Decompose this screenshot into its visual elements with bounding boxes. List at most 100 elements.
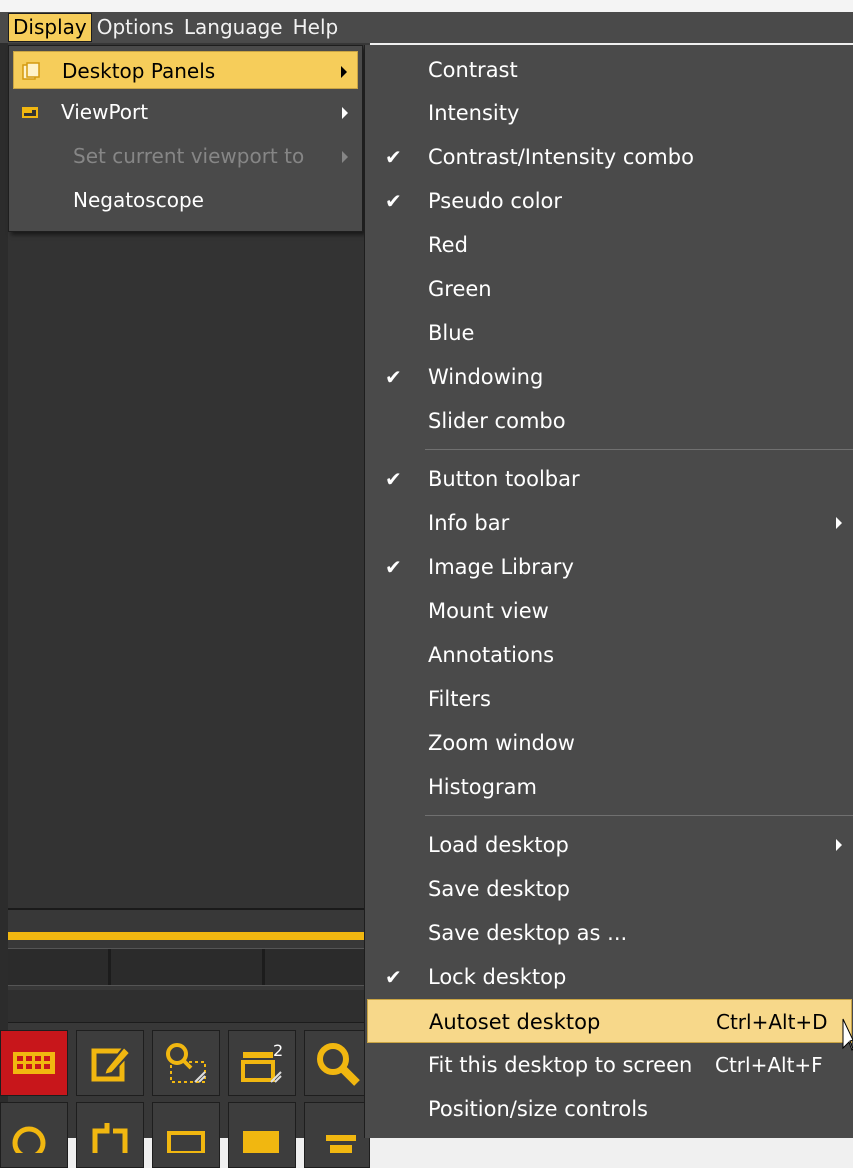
- menu-item-label: Blue: [428, 321, 475, 345]
- panel-icon: [243, 1131, 279, 1153]
- viewport-panel[interactable]: [8, 230, 370, 910]
- menu-item-label: Windowing: [428, 365, 544, 389]
- menu-item-label: Button toolbar: [428, 467, 580, 491]
- menu-item-label: Autoset desktop: [429, 1010, 601, 1034]
- menu-item-lock-desktop[interactable]: ✔ Lock desktop: [367, 955, 852, 999]
- checkmark-icon: ✔: [385, 189, 402, 213]
- edit-button[interactable]: [76, 1030, 144, 1096]
- menu-item-label: Set current viewport to: [73, 144, 305, 168]
- menu-item-windowing[interactable]: ✔ Windowing: [367, 355, 852, 399]
- edit-icon: [91, 1045, 132, 1082]
- menu-item-label: Save desktop as ...: [428, 921, 628, 945]
- display-menu: Desktop Panels ViewPort Set current view…: [8, 45, 363, 232]
- submenu-arrow-icon: [341, 66, 347, 78]
- menu-help[interactable]: Help: [288, 13, 344, 42]
- split-view-button[interactable]: 2: [228, 1030, 296, 1096]
- menu-item-label: Contrast: [428, 58, 518, 82]
- menu-item-shortcut: Ctrl+Alt+D: [716, 1010, 828, 1034]
- menu-item-histogram[interactable]: Histogram: [367, 765, 852, 809]
- circle-icon: [12, 1126, 46, 1153]
- frame-icon: [167, 1131, 205, 1153]
- checkmark-icon: ✔: [385, 145, 402, 169]
- menu-item-save-desktop[interactable]: Save desktop: [367, 867, 852, 911]
- menu-item-label: Intensity: [428, 101, 520, 125]
- menu-item-position-size-controls[interactable]: Position/size controls: [367, 1087, 852, 1131]
- menu-item-contrast-intensity-combo[interactable]: ✔ Contrast/Intensity combo: [367, 135, 852, 179]
- split-view-icon: 2: [241, 1041, 283, 1083]
- svg-text:2: 2: [273, 1041, 283, 1060]
- window-top-edge: [0, 0, 853, 12]
- crop-icon: [92, 1123, 128, 1153]
- toolbar-button-row2-4[interactable]: [228, 1102, 296, 1168]
- menu-item-filters[interactable]: Filters: [367, 677, 852, 721]
- menu-item-label: Contrast/Intensity combo: [428, 145, 694, 169]
- menu-item-mount-view[interactable]: Mount view: [367, 589, 852, 633]
- menu-item-image-library[interactable]: ✔ Image Library: [367, 545, 852, 589]
- status-bar: [8, 948, 370, 986]
- menu-options[interactable]: Options: [92, 13, 179, 42]
- menu-item-label: Fit this desktop to screen: [428, 1053, 693, 1077]
- menu-language[interactable]: Language: [179, 13, 288, 42]
- status-separator: [262, 949, 265, 985]
- menu-item-pseudo-color[interactable]: ✔ Pseudo color: [367, 179, 852, 223]
- toolbar-button-row2-5[interactable]: [304, 1102, 370, 1168]
- checkmark-icon: ✔: [385, 365, 402, 389]
- menu-item-label: ViewPort: [61, 100, 149, 124]
- menu-item-label: Save desktop: [428, 877, 570, 901]
- menu-item-autoset-desktop[interactable]: Autoset desktop Ctrl+Alt+D: [367, 999, 852, 1043]
- submenu-arrow-icon: [836, 839, 842, 851]
- submenu-arrow-icon: [342, 151, 348, 163]
- menu-separator: [425, 449, 853, 450]
- menu-item-label: Mount view: [428, 599, 549, 623]
- menu-item-label: Pseudo color: [428, 189, 563, 213]
- menu-item-save-desktop-as[interactable]: Save desktop as ...: [367, 911, 852, 955]
- workspace-left-border: [0, 43, 8, 1138]
- secondary-bar: [8, 990, 370, 1023]
- menu-item-desktop-panels[interactable]: Desktop Panels: [13, 51, 358, 89]
- zoom-button[interactable]: [304, 1030, 370, 1096]
- desktop-panels-icon: [22, 62, 40, 80]
- menu-item-label: Load desktop: [428, 833, 569, 857]
- menu-item-negatoscope[interactable]: Negatoscope: [13, 181, 358, 219]
- layout-grid-button[interactable]: [0, 1030, 68, 1096]
- menu-item-label: Negatoscope: [73, 188, 204, 212]
- toolbar-button-row2-2[interactable]: [76, 1102, 144, 1168]
- toolbar-button-row2-1[interactable]: [0, 1102, 68, 1168]
- zoom-region-icon: [166, 1043, 206, 1083]
- zoom-region-button[interactable]: [152, 1030, 220, 1096]
- checkmark-icon: ✔: [385, 467, 402, 491]
- menu-item-load-desktop[interactable]: Load desktop: [367, 823, 852, 867]
- menu-item-label: Red: [428, 233, 468, 257]
- checkmark-icon: ✔: [385, 965, 402, 989]
- menu-item-slider-combo[interactable]: Slider combo: [367, 399, 852, 443]
- menu-item-fit-desktop-to-screen[interactable]: Fit this desktop to screen Ctrl+Alt+F: [367, 1043, 852, 1087]
- layout-grid-icon: [13, 1052, 55, 1074]
- menu-item-blue[interactable]: Blue: [367, 311, 852, 355]
- menu-item-label: Position/size controls: [428, 1097, 648, 1121]
- menu-item-green[interactable]: Green: [367, 267, 852, 311]
- menu-item-label: Annotations: [428, 643, 555, 667]
- menu-item-shortcut: Ctrl+Alt+F: [715, 1053, 823, 1077]
- submenu-arrow-icon: [342, 107, 348, 119]
- menu-item-set-current-viewport: Set current viewport to: [13, 137, 358, 175]
- menubar: Display Options Language Help: [0, 12, 853, 43]
- menu-display[interactable]: Display: [8, 13, 92, 42]
- viewport-icon: [22, 107, 38, 118]
- menu-item-button-toolbar[interactable]: ✔ Button toolbar: [367, 457, 852, 501]
- menu-item-zoom-window[interactable]: Zoom window: [367, 721, 852, 765]
- submenu-arrow-icon: [836, 517, 842, 529]
- menu-item-contrast[interactable]: Contrast: [367, 48, 852, 92]
- menu-item-label: Image Library: [428, 555, 574, 579]
- stack-icon: [326, 1135, 356, 1153]
- menu-item-intensity[interactable]: Intensity: [367, 91, 852, 135]
- menu-item-label: Filters: [428, 687, 491, 711]
- menu-separator: [425, 815, 853, 816]
- status-separator: [108, 949, 111, 985]
- menu-item-info-bar[interactable]: Info bar: [367, 501, 852, 545]
- menu-item-red[interactable]: Red: [367, 223, 852, 267]
- menu-item-annotations[interactable]: Annotations: [367, 633, 852, 677]
- menu-item-label: Zoom window: [428, 731, 575, 755]
- menu-item-viewport[interactable]: ViewPort: [13, 93, 358, 131]
- toolbar-button-row2-3[interactable]: [152, 1102, 220, 1168]
- menu-item-label: Info bar: [428, 511, 510, 535]
